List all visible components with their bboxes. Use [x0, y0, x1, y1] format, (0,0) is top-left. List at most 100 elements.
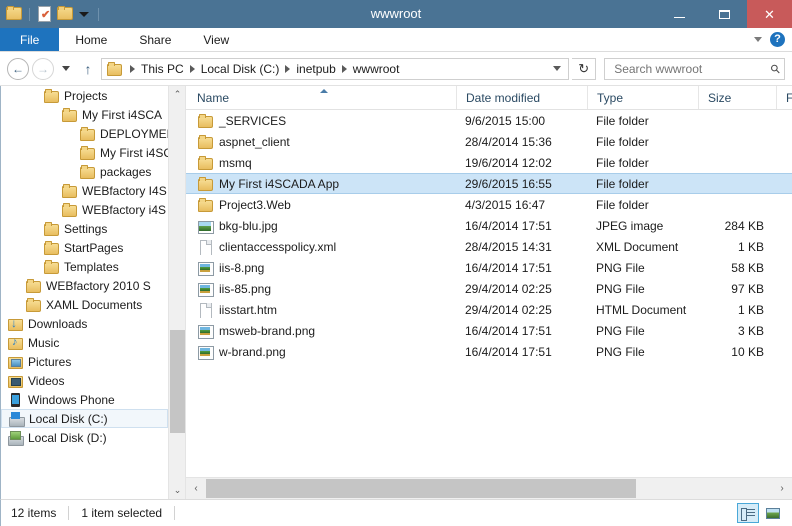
file-size-cell: 58 KB [731, 260, 764, 275]
scroll-down-icon[interactable]: ⌄ [169, 482, 185, 499]
file-name-cell: iisstart.htm [186, 302, 456, 318]
sidebar-scrollbar[interactable]: ⌃ ⌄ [168, 86, 185, 499]
minimize-button[interactable] [657, 0, 702, 28]
large-icons-view-icon [766, 507, 780, 519]
downloads-icon [7, 316, 23, 332]
tab-view[interactable]: View [187, 28, 245, 51]
file-list-pane: Name Date modified Type Size F _SERVICES… [186, 86, 792, 499]
close-button[interactable]: ✕ [747, 0, 792, 28]
sidebar-item-local-disk-c[interactable]: Local Disk (C:) [1, 409, 168, 428]
local-disk-c-icon [8, 411, 25, 427]
file-date-cell: 28/4/2014 15:36 [465, 134, 552, 149]
horizontal-scrollbar-track[interactable] [206, 478, 772, 499]
table-row[interactable]: msmq 19/6/2014 12:02 File folder [186, 152, 792, 173]
file-name-label: iisstart.htm [219, 302, 278, 317]
help-icon[interactable]: ? [770, 32, 785, 47]
status-item-count: 12 items [11, 506, 57, 520]
table-row[interactable]: iis-85.png 29/4/2014 02:25 PNG File 97 KB [186, 278, 792, 299]
scroll-right-icon[interactable]: › [772, 478, 792, 499]
column-header-type[interactable]: Type [587, 86, 698, 109]
chevron-down-icon[interactable] [754, 37, 762, 42]
sidebar-item-xaml-documents[interactable]: XAML Documents [1, 295, 168, 314]
properties-icon[interactable] [37, 6, 53, 22]
breadcrumb-item-this-pc[interactable]: This PC [137, 62, 188, 76]
refresh-button[interactable]: ↻ [572, 57, 597, 80]
breadcrumb-item-inetpub[interactable]: inetpub [292, 62, 339, 76]
table-row[interactable]: Project3.Web 4/3/2015 16:47 File folder [186, 194, 792, 215]
maximize-button[interactable] [702, 0, 747, 28]
file-name-cell: w-brand.png [186, 344, 456, 360]
sidebar-item-windows-phone[interactable]: Windows Phone [1, 390, 168, 409]
chevron-down-icon[interactable] [79, 11, 89, 17]
sidebar-scrollbar-thumb[interactable] [170, 330, 185, 433]
details-view-button[interactable] [737, 503, 759, 523]
column-header-overflow[interactable]: F [776, 86, 792, 109]
breadcrumb-item-local-disk-c[interactable]: Local Disk (C:) [197, 62, 284, 76]
tab-file[interactable]: File [0, 28, 60, 51]
table-row[interactable]: My First i4SCADA App 29/6/2015 16:55 File … [186, 173, 792, 194]
breadcrumb-item-wwwroot[interactable]: wwwroot [349, 62, 404, 76]
file-size-cell: 1 KB [737, 302, 764, 317]
address-bar[interactable]: This PC Local Disk (C:) inetpub wwwroot [101, 57, 570, 80]
recent-locations-button[interactable] [57, 58, 75, 80]
sidebar-item-projects[interactable]: Projects [1, 86, 168, 105]
file-size-cell: 1 KB [737, 239, 764, 254]
large-icons-view-button[interactable] [762, 503, 784, 523]
sidebar-item-deploymen[interactable]: DEPLOYMEN [1, 124, 168, 143]
table-row[interactable]: _SERVICES 9/6/2015 15:00 File folder [186, 110, 792, 131]
table-row[interactable]: iisstart.htm 29/4/2014 02:25 HTML Document… [186, 299, 792, 320]
sidebar-item-pictures[interactable]: Pictures [1, 352, 168, 371]
column-header-date-modified[interactable]: Date modified [456, 86, 587, 109]
scroll-left-icon[interactable]: ‹ [186, 478, 206, 499]
file-name-label: _SERVICES [219, 113, 287, 128]
file-date-cell: 19/6/2014 12:02 [465, 155, 552, 170]
table-row[interactable]: msweb-brand.png 16/4/2014 17:51 PNG File 3 … [186, 320, 792, 341]
png-icon [197, 281, 214, 297]
search-box[interactable]: ⚲ [604, 57, 785, 80]
sidebar-item-templates[interactable]: Templates [1, 257, 168, 276]
refresh-icon: ↻ [578, 60, 590, 76]
column-header-size[interactable]: Size [698, 86, 776, 109]
search-input[interactable] [612, 60, 772, 77]
back-button[interactable]: ← [7, 57, 29, 80]
jpeg-icon [197, 218, 214, 234]
column-header-name[interactable]: Name [186, 86, 456, 109]
horizontal-scrollbar-thumb[interactable] [206, 479, 637, 498]
table-row[interactable]: iis-8.png 16/4/2014 17:51 PNG File 58 KB [186, 257, 792, 278]
folder-icon[interactable] [6, 6, 22, 22]
address-dropdown-button[interactable] [548, 59, 566, 79]
sidebar-item-music[interactable]: Music [1, 333, 168, 352]
pictures-icon [7, 354, 23, 370]
sidebar-item-my-first-i4sc[interactable]: My First i4SC [1, 143, 168, 162]
tab-share[interactable]: Share [123, 28, 187, 51]
sidebar-item-settings[interactable]: Settings [1, 219, 168, 238]
new-folder-icon[interactable] [57, 6, 73, 22]
sidebar-item-downloads[interactable]: Downloads [1, 314, 168, 333]
sidebar-item-label: Settings [64, 221, 108, 236]
table-row[interactable]: bkg-blu.jpg 16/4/2014 17:51 JPEG image 284 … [186, 215, 792, 236]
file-type-cell: PNG File [596, 260, 645, 275]
sidebar-item-my-first-i4sca[interactable]: My First i4SCA [1, 105, 168, 124]
file-date-cell: 29/4/2014 02:25 [465, 281, 552, 296]
scroll-up-icon[interactable]: ⌃ [169, 86, 185, 103]
breadcrumb: This PC Local Disk (C:) inetpub wwwroot [128, 62, 548, 76]
sidebar-item-webfactory-i4s[interactable]: WEBfactory I4S [1, 181, 168, 200]
sidebar-item-startpages[interactable]: StartPages [1, 238, 168, 257]
sidebar-item-local-disk-d[interactable]: Local Disk (D:) [1, 428, 168, 447]
sidebar-item-webfactory-i4s[interactable]: WEBfactory i4S [1, 200, 168, 219]
local-disk-d-icon [7, 430, 24, 446]
file-name-cell: iis-85.png [186, 281, 456, 297]
sidebar-item-packages[interactable]: packages [1, 162, 168, 181]
file-name-cell: Project3.Web [186, 197, 456, 213]
table-row[interactable]: clientaccesspolicy.xml 28/4/2015 14:31 XML… [186, 236, 792, 257]
folder-icon [197, 155, 213, 171]
tab-home[interactable]: Home [59, 28, 123, 51]
view-mode-buttons [737, 503, 792, 523]
table-row[interactable]: w-brand.png 16/4/2014 17:51 PNG File 10 KB [186, 341, 792, 362]
horizontal-scrollbar[interactable]: ‹ › [186, 477, 792, 499]
sidebar-item-webfactory-2010-s[interactable]: WEBfactory 2010 S [1, 276, 168, 295]
up-button[interactable]: ↑ [78, 58, 98, 80]
forward-button[interactable]: → [32, 57, 54, 80]
sidebar-item-videos[interactable]: Videos [1, 371, 168, 390]
table-row[interactable]: aspnet_client 28/4/2014 15:36 File folder [186, 131, 792, 152]
